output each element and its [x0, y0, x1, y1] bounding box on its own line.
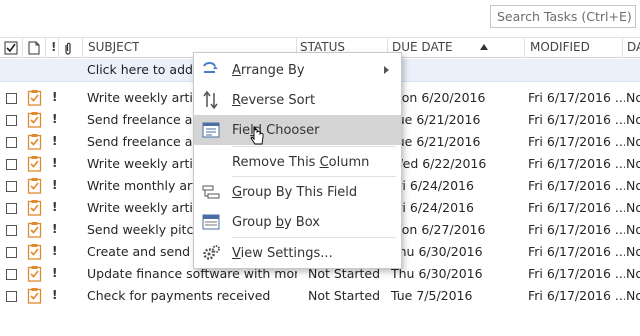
task-complete-checkbox[interactable]: [6, 225, 17, 236]
task-modified: Fri 6/17/2016 ...: [528, 178, 625, 193]
task-date: No: [626, 156, 640, 171]
task-status: Not Started: [308, 288, 381, 303]
group-by-box-icon: [202, 214, 220, 230]
search-tasks-input[interactable]: Search Tasks (Ctrl+E): [490, 5, 636, 28]
reverse-sort-icon: [203, 90, 218, 110]
importance-icon[interactable]: !: [51, 40, 56, 57]
top-bar: Search Tasks (Ctrl+E): [0, 0, 640, 34]
task-complete-checkbox[interactable]: [6, 93, 17, 104]
task-modified: Fri 6/17/2016 ...: [528, 156, 625, 171]
task-date: No: [626, 266, 640, 281]
task-due-date: Fri 6/24/2016: [391, 178, 474, 193]
task-complete-checkbox[interactable]: [6, 181, 17, 192]
sort-ascending-icon: [480, 44, 488, 50]
task-date: No: [626, 90, 640, 105]
task-due-date: Tue 7/5/2016: [391, 288, 473, 303]
importance-indicator: !: [52, 156, 58, 170]
task-date: No: [626, 178, 640, 193]
task-modified: Fri 6/17/2016 ...: [528, 200, 625, 215]
task-complete-checkbox[interactable]: [6, 203, 17, 214]
date-column-header[interactable]: DA: [627, 40, 640, 57]
document-icon[interactable]: [28, 41, 40, 55]
menu-item-group-by-field[interactable]: Group By This Field: [194, 177, 401, 207]
task-date: No: [626, 134, 640, 149]
menu-item-group-by-box[interactable]: Group by Box: [194, 207, 401, 237]
menu-item-reverse-sort[interactable]: Reverse Sort: [194, 85, 401, 115]
task-date: No: [626, 288, 640, 303]
importance-indicator: !: [52, 112, 58, 126]
task-clipboard-icon: [27, 90, 42, 106]
menu-item-remove-column[interactable]: Remove This Column: [194, 147, 401, 177]
task-modified: Fri 6/17/2016 ...: [528, 288, 625, 303]
task-complete-checkbox[interactable]: [6, 159, 17, 170]
task-date: No: [626, 200, 640, 215]
subject-column-header[interactable]: SUBJECT: [88, 40, 139, 57]
view-settings-gear-icon: [203, 245, 220, 260]
task-due-date: Mon 6/20/2016: [391, 90, 486, 105]
importance-indicator: !: [52, 178, 58, 192]
task-modified: Fri 6/17/2016 ...: [528, 244, 625, 259]
arrange-by-icon: [203, 62, 218, 73]
task-clipboard-icon: [27, 156, 42, 172]
task-complete-checkbox[interactable]: [6, 115, 17, 126]
quick-add-placeholder[interactable]: Click here to add a: [87, 62, 205, 77]
task-due-date: Mon 6/27/2016: [391, 222, 486, 237]
importance-indicator: !: [52, 266, 58, 280]
task-date: No: [626, 244, 640, 259]
mouse-cursor-icon: [250, 126, 264, 145]
checkbox-icon[interactable]: [4, 41, 18, 55]
task-due-date: Thu 6/30/2016: [391, 266, 483, 281]
task-row[interactable]: ! Check for payments received Not Started T…: [0, 285, 640, 307]
importance-indicator: !: [52, 288, 58, 302]
task-modified: Fri 6/17/2016 ...: [528, 266, 625, 281]
task-due-date: Fri 6/24/2016: [391, 200, 474, 215]
task-clipboard-icon: [27, 112, 42, 128]
task-due-date: Tue 6/21/2016: [391, 134, 481, 149]
task-due-date: Wed 6/22/2016: [391, 156, 487, 171]
importance-indicator: !: [52, 244, 58, 258]
task-complete-checkbox[interactable]: [6, 137, 17, 148]
task-complete-checkbox[interactable]: [6, 247, 17, 258]
importance-indicator: !: [52, 200, 58, 214]
modified-column-header[interactable]: MODIFIED: [530, 40, 590, 57]
task-modified: Fri 6/17/2016 ...: [528, 112, 625, 127]
task-modified: Fri 6/17/2016 ...: [528, 222, 625, 237]
task-clipboard-icon: [27, 134, 42, 150]
importance-indicator: !: [52, 90, 58, 104]
importance-indicator: !: [52, 222, 58, 236]
task-complete-checkbox[interactable]: [6, 269, 17, 280]
task-clipboard-icon: [27, 200, 42, 216]
task-complete-checkbox[interactable]: [6, 291, 17, 302]
task-date: No: [626, 222, 640, 237]
menu-item-view-settings[interactable]: View Settings...: [194, 238, 401, 268]
field-chooser-icon: [202, 122, 220, 138]
task-clipboard-icon: [27, 178, 42, 194]
task-clipboard-icon: [27, 244, 42, 260]
task-subject: Check for payments received: [87, 288, 271, 303]
paperclip-icon[interactable]: [63, 41, 73, 55]
task-date: No: [626, 112, 640, 127]
submenu-arrow-icon: [384, 66, 389, 74]
group-by-field-icon: [202, 185, 220, 199]
task-due-date: Thu 6/30/2016: [391, 244, 483, 259]
task-modified: Fri 6/17/2016 ...: [528, 90, 625, 105]
task-modified: Fri 6/17/2016 ...: [528, 134, 625, 149]
menu-item-arrange-by[interactable]: Arrange By: [194, 55, 401, 85]
task-due-date: Tue 6/21/2016: [391, 112, 481, 127]
importance-indicator: !: [52, 134, 58, 148]
task-clipboard-icon: [27, 288, 42, 304]
menu-item-field-chooser[interactable]: Field Chooser: [194, 115, 401, 145]
task-clipboard-icon: [27, 266, 42, 282]
task-clipboard-icon: [27, 222, 42, 238]
column-context-menu: Arrange By Reverse Sort Field Chooser Re…: [193, 52, 402, 269]
